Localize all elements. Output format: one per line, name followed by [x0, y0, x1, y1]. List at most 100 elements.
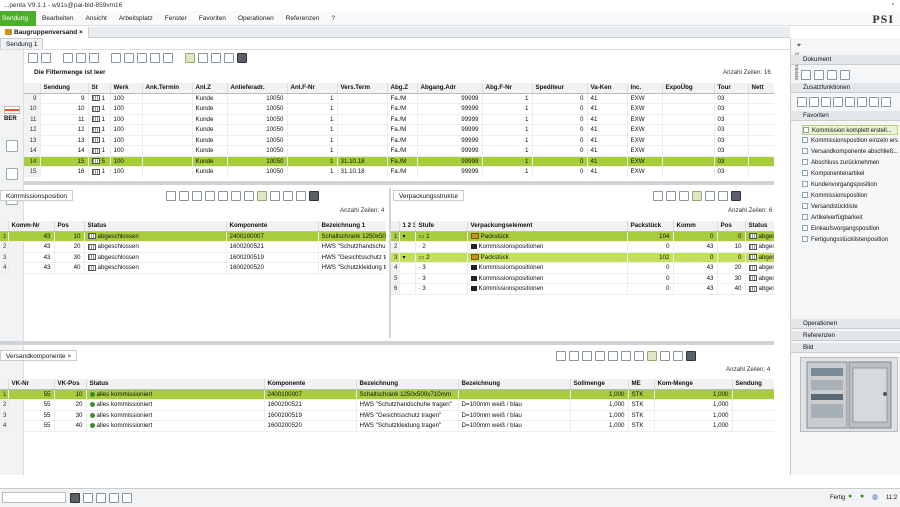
versand-col-header[interactable]: VK-Pos [54, 379, 87, 390]
filter-icon[interactable] [608, 351, 618, 361]
top-col-header[interactable]: Abgang.Adr [417, 83, 483, 94]
favorite-item[interactable]: Abschluss zurücknehmen [802, 158, 898, 168]
edit-document-icon[interactable] [76, 53, 86, 63]
top-col-header[interactable]: Va-Ken [587, 83, 628, 94]
verp-col-header[interactable]: Pos [717, 221, 746, 232]
favorite-item[interactable]: Versandkomponente abschließ... [802, 147, 898, 157]
verp-col-header[interactable]: Verpackungselement [467, 221, 628, 232]
section-bild[interactable]: Bild [791, 343, 900, 353]
tools-icon[interactable] [881, 97, 891, 107]
top-col-header[interactable]: St [88, 83, 111, 94]
favorite-item[interactable]: Kundenvorgangsposition [802, 180, 898, 190]
export-icon[interactable] [163, 53, 173, 63]
versand-col-header[interactable]: Bezeichnung [356, 379, 459, 390]
favorite-item[interactable]: Fertigungsstücklistenposition [802, 235, 898, 245]
table-row[interactable]: 2 43 20 abgeschlossen 1600200521 HWS "Schutzh… [0, 241, 386, 253]
favorite-item[interactable]: Artikelverfügbarkeit [802, 213, 898, 223]
expand-toggle-icon[interactable]: ▾ [403, 233, 406, 240]
close-view-icon[interactable] [309, 191, 319, 201]
section-zusatzfunktionen[interactable]: Zusatzfunktionen [791, 83, 900, 93]
close-view-icon[interactable] [686, 351, 696, 361]
section-dokument[interactable]: Dokument [791, 55, 900, 65]
grid-view-icon[interactable] [692, 191, 702, 201]
table-row[interactable]: 5 · 3 Kommissionspositionen 0 43 30 abges [391, 273, 774, 284]
menu-sendung[interactable]: Sendung [0, 10, 37, 26]
section-operationen[interactable]: Operationen [791, 319, 900, 329]
mail-icon[interactable] [718, 191, 728, 201]
table-row[interactable]: 4 · 3 Kommissionspositionen 0 43 20 abges [391, 262, 774, 274]
versand-col-header[interactable]: Sendung [732, 379, 774, 390]
table-view-icon[interactable] [705, 191, 715, 201]
tab-verpackungsstruktur[interactable]: Verpackungsstruktur [393, 190, 465, 201]
refresh-icon[interactable] [28, 53, 38, 63]
export-icon[interactable] [857, 97, 867, 107]
tab-kommissionsposition[interactable]: Kommissionsposition [0, 190, 74, 201]
top-col-header[interactable]: Anl.Z [192, 83, 228, 94]
table-row[interactable]: 14 15 5 100 Kunde 10050 1 31.10.18 Fa./M 99999 1 0 4… [24, 156, 774, 167]
top-col-header[interactable]: Abg.Z [387, 83, 418, 94]
form-icon[interactable] [83, 493, 93, 503]
versand-col-header[interactable]: ME [628, 379, 655, 390]
top-col-header[interactable]: ExpoÜbg [662, 83, 715, 94]
favorite-item[interactable]: Kommissionsposition [802, 191, 898, 201]
table-row[interactable]: 1 ▾ ▭ 1 Packstück 104 0 0 abges [391, 231, 774, 242]
move-icon[interactable] [244, 191, 254, 201]
favorite-item[interactable]: Komponentenartikel [802, 169, 898, 179]
search-icon[interactable] [205, 191, 215, 201]
versand-col-header[interactable]: Sollmenge [570, 379, 629, 390]
sync-icon[interactable] [653, 191, 663, 201]
document-icon[interactable] [569, 351, 579, 361]
close-view-icon[interactable] [237, 53, 247, 63]
table-row[interactable]: 14 14 1 100 Kunde 10050 1 Fa./M 99999 1 0 41 EXW 03 [24, 145, 774, 157]
document-list-icon[interactable] [814, 70, 824, 80]
komm-col-header[interactable]: Bezeichnung 1 [318, 221, 386, 232]
filter-icon[interactable] [124, 53, 134, 63]
table-row[interactable]: 3 55 30 alles kommissioniert 1600200519 HWS "… [0, 410, 774, 421]
import-icon[interactable] [869, 97, 879, 107]
table-row[interactable]: 12 12 1 100 Kunde 10050 1 Fa./M 99999 1 0 41 EXW 03 [24, 124, 774, 136]
table-row[interactable]: 13 13 1 100 Kunde 10050 1 Fa./M 99999 1 0 41 EXW 03 [24, 135, 774, 146]
document-print-icon[interactable] [840, 70, 850, 80]
versand-col-header[interactable]: VK-Nr [8, 379, 55, 390]
grid-view-icon[interactable] [257, 191, 267, 201]
komm-col-header[interactable]: Status [84, 221, 227, 232]
komm-col-header[interactable]: Komponente [226, 221, 319, 232]
close-view-icon[interactable] [731, 191, 741, 201]
versand-col-header[interactable]: Bezeichnung [458, 379, 571, 390]
verp-col-header[interactable]: Status [745, 221, 774, 232]
top-col-header[interactable]: Vers.Term [337, 83, 388, 94]
menu-arbeitsplatz[interactable]: Arbeitsplatz [113, 11, 159, 26]
table-row[interactable]: 2 55 20 alles kommissioniert 1600200521 HWS "… [0, 399, 774, 411]
sync-icon[interactable] [556, 351, 566, 361]
table-row[interactable]: 9 9 1 100 Kunde 10050 1 Fa./M 99999 1 0 41 EXW 03 [24, 93, 774, 104]
top-col-header[interactable]: Spediteur [532, 83, 588, 94]
table-view-icon[interactable] [660, 351, 670, 361]
pin-icon[interactable]: ⌖ [797, 42, 801, 50]
top-col-header[interactable]: Ank.Termin [142, 83, 193, 94]
table-view-icon[interactable] [109, 493, 119, 503]
versand-col-header[interactable]: Kom-Menge [654, 379, 733, 390]
table-row[interactable]: 1 55 10 alles kommissioniert 2400100007 Schal… [0, 389, 774, 400]
arrow-down-icon[interactable] [809, 97, 819, 107]
close-icon[interactable]: × [79, 29, 83, 36]
chart-icon[interactable] [122, 493, 132, 503]
sync-icon[interactable] [166, 191, 176, 201]
table-view-icon[interactable] [270, 191, 280, 201]
mail-icon[interactable] [296, 191, 306, 201]
favorite-item[interactable]: Kommission komplett erstell... [802, 125, 898, 135]
section-referenzen[interactable]: Referenzen [791, 331, 900, 341]
versand-col-header[interactable]: Komponente [264, 379, 357, 390]
top-col-header[interactable]: Anlieferadr. [227, 83, 288, 94]
grid-view-icon[interactable] [647, 351, 657, 361]
window-restore-icon[interactable]: ▫ [892, 1, 894, 8]
pin-icon[interactable] [6, 140, 18, 152]
verp-col-header[interactable]: 1 2 3 [399, 221, 416, 232]
delete-icon[interactable] [192, 191, 202, 201]
top-col-header[interactable]: Nett [748, 83, 774, 94]
play-icon[interactable] [70, 493, 80, 503]
truck-icon[interactable] [6, 168, 18, 180]
tools-icon[interactable] [211, 53, 221, 63]
table-row[interactable]: 6 · 3 Kommissionspositionen 0 43 40 abges [391, 283, 774, 295]
move-icon[interactable] [150, 53, 160, 63]
verp-col-header[interactable]: Stufe [415, 221, 468, 232]
